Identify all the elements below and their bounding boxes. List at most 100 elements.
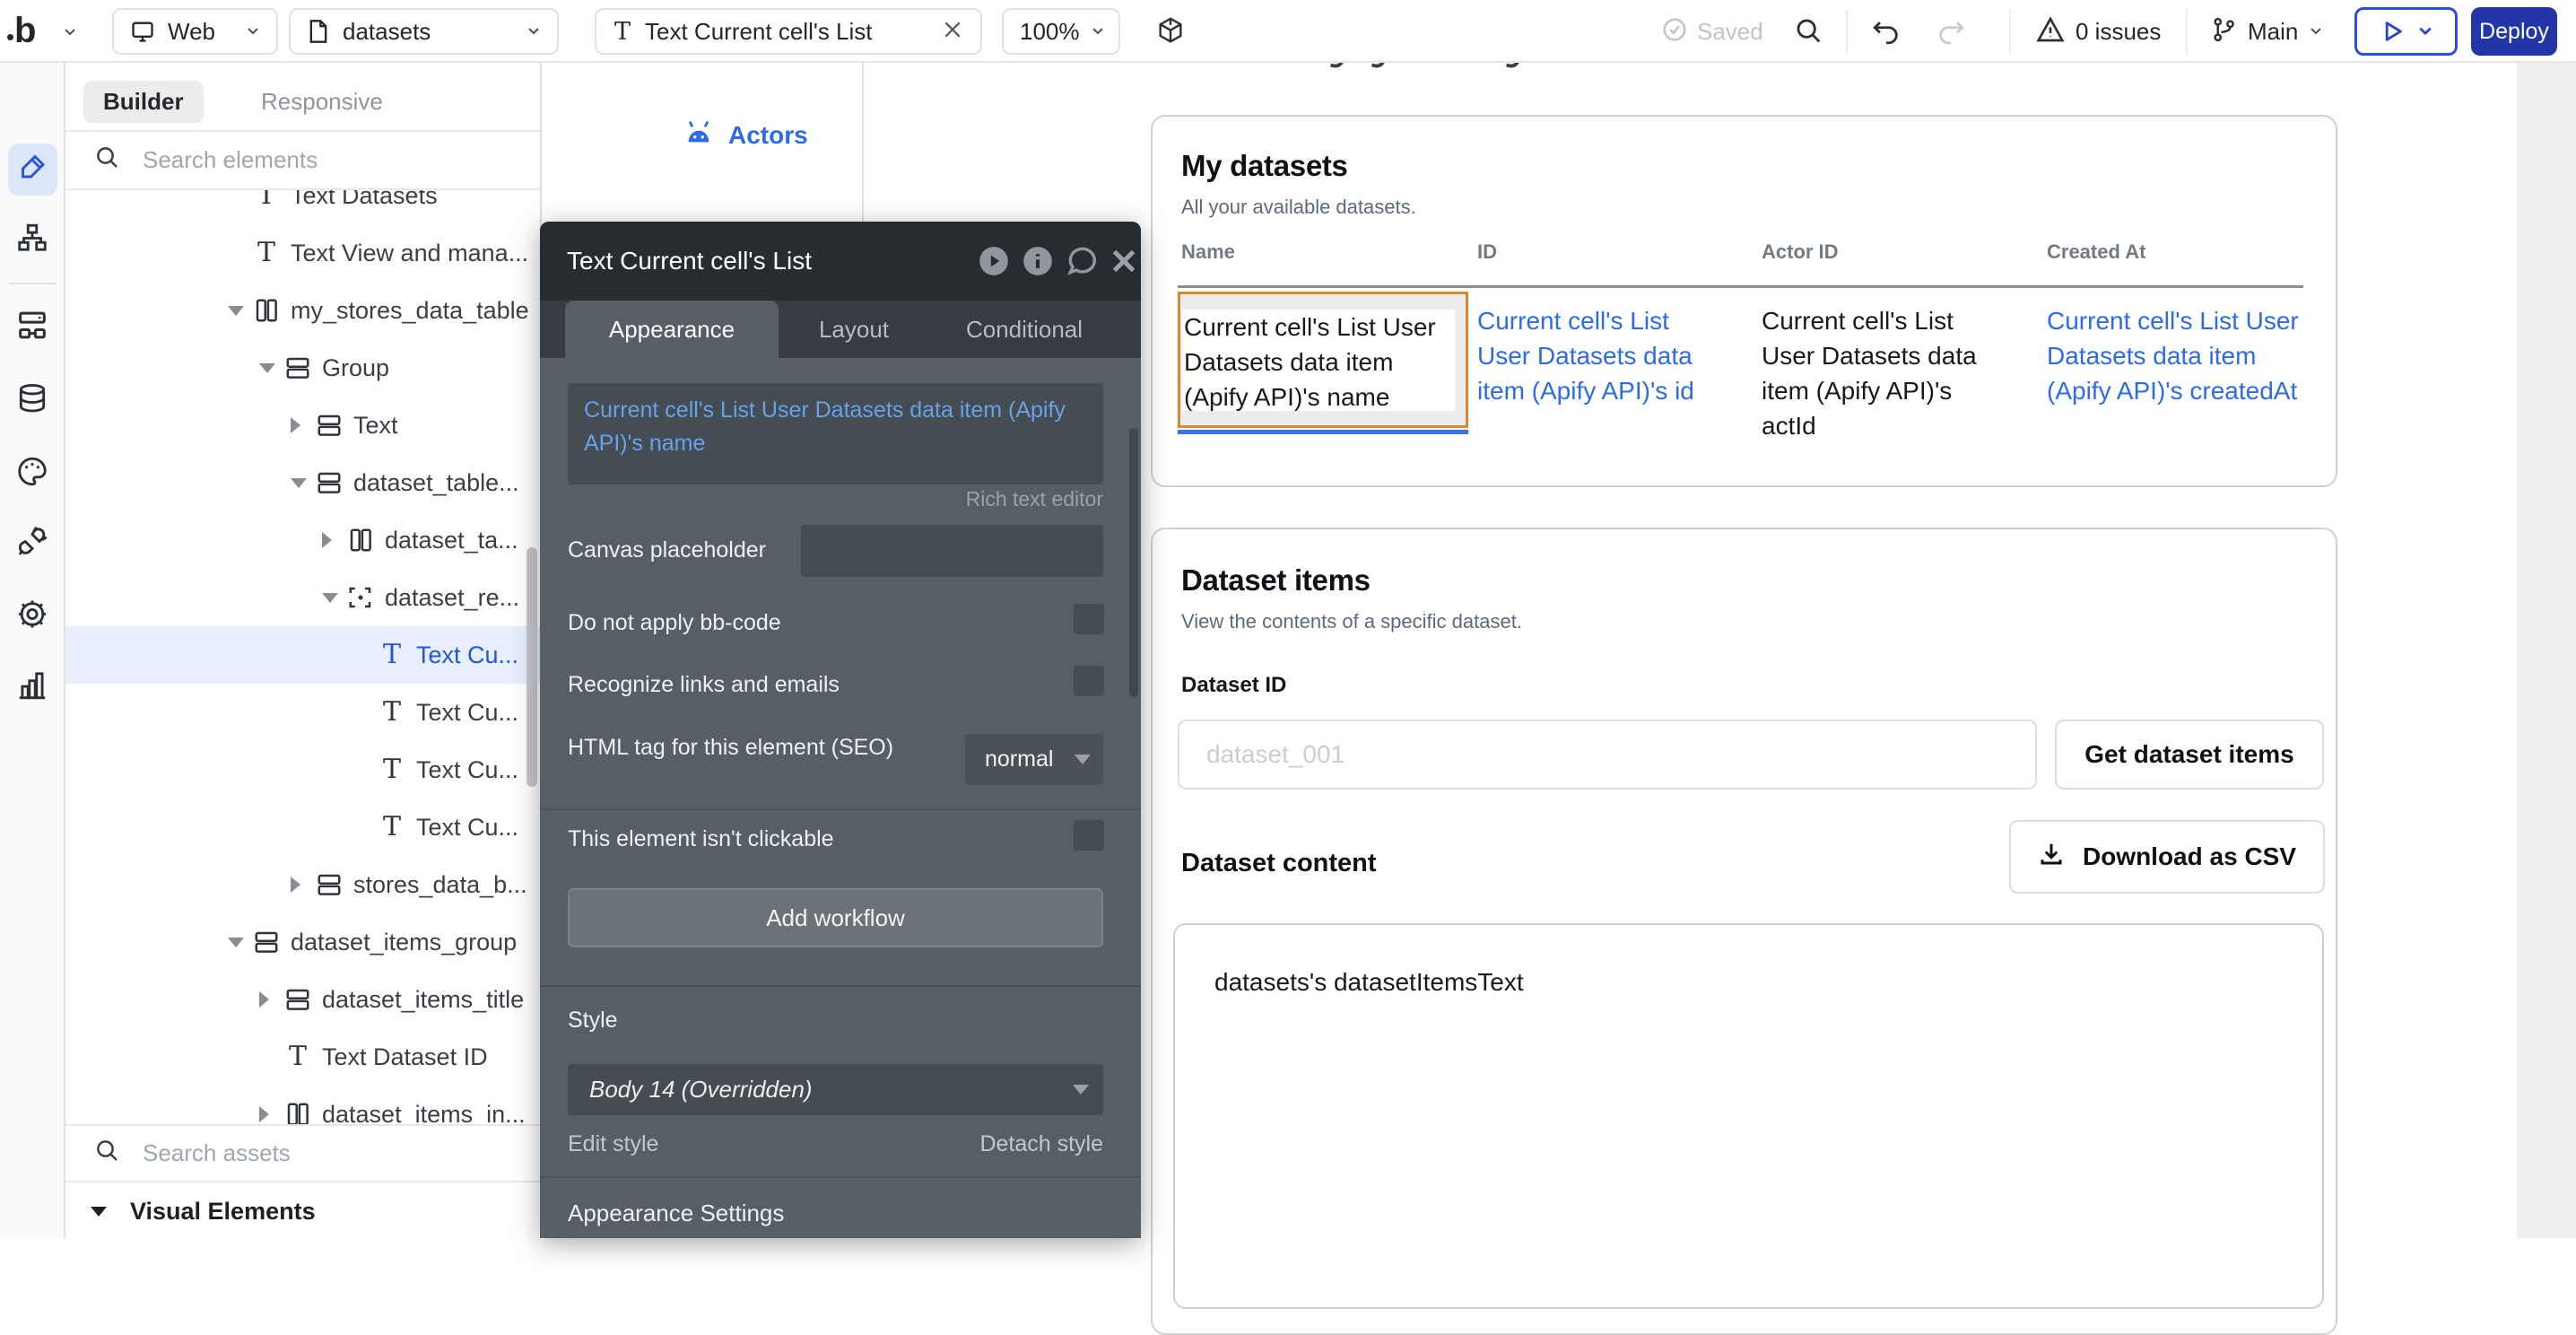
column-header-id: ID (1477, 240, 1497, 264)
save-status: Saved (1661, 0, 1763, 63)
canvas-placeholder-input[interactable] (801, 525, 1103, 577)
table-cell-created-at[interactable]: Current cell's List User Datasets data i… (2047, 303, 2307, 408)
selected-text-element[interactable]: Current cell's List User Datasets data i… (1178, 292, 1468, 428)
search-elements-input[interactable] (143, 146, 483, 174)
caret-down-icon[interactable] (322, 590, 345, 605)
tab-builder[interactable]: Builder (83, 81, 204, 123)
edit-style-link[interactable]: Edit style (568, 1131, 658, 1157)
styles-palette-icon[interactable] (15, 455, 49, 493)
caret-right-icon[interactable] (322, 533, 345, 547)
left-icon-rail (0, 63, 65, 1238)
table-cell-actor-id[interactable]: Current cell's List User Datasets data i… (1762, 303, 2004, 443)
issues-indicator[interactable]: 0 issues (2036, 0, 2161, 63)
page-select-value: datasets (343, 18, 431, 46)
visual-elements-section[interactable]: Visual Elements (65, 1184, 540, 1238)
rich-text-editor-link[interactable]: Rich text editor (966, 487, 1103, 511)
tab-conditional[interactable]: Conditional (935, 301, 1114, 358)
caret-down-icon[interactable] (228, 935, 251, 949)
html-tag-select[interactable]: normal (965, 734, 1103, 785)
property-inspector[interactable]: Text Current cell's List Appearance Layo… (540, 222, 1141, 1238)
table-cell-id[interactable]: Current cell's List User Datasets data i… (1477, 303, 1728, 408)
tree-item[interactable]: dataset_re... (65, 569, 540, 626)
caret-right-icon[interactable] (291, 877, 314, 892)
tree-item-selected[interactable]: T Text Cu... (65, 626, 540, 684)
caret-down-icon[interactable] (291, 476, 314, 490)
undo-icon[interactable] (1871, 16, 1902, 51)
page-select[interactable]: datasets (289, 8, 559, 55)
logs-chart-icon[interactable] (15, 668, 49, 707)
detach-style-link[interactable]: Detach style (979, 1131, 1103, 1157)
platform-select[interactable]: Web (112, 8, 278, 55)
inspector-header[interactable]: Text Current cell's List (540, 222, 1141, 301)
close-icon[interactable] (1106, 243, 1142, 279)
tree-item[interactable]: stores_data_b... (65, 856, 540, 913)
inspector-scrollbar-thumb[interactable] (1129, 428, 1138, 697)
caret-down-icon (1073, 1085, 1089, 1095)
search-assets-input[interactable] (143, 1139, 483, 1167)
caret-right-icon[interactable] (291, 418, 314, 432)
dataset-content-box[interactable]: datasets's datasetItemsText (1173, 923, 2324, 1309)
repeating-group-icon (345, 582, 376, 613)
caret-right-icon[interactable] (259, 992, 283, 1007)
caret-down-icon[interactable] (228, 303, 251, 318)
tab-appearance[interactable]: Appearance (565, 301, 779, 358)
caret-right-icon[interactable] (259, 1107, 283, 1121)
comment-bubble-icon[interactable] (1064, 243, 1100, 279)
tree-item[interactable]: my_stores_data_table (65, 282, 540, 339)
info-circle-icon[interactable] (1020, 243, 1056, 279)
inspector-title: Text Current cell's List (567, 247, 812, 275)
tree-item[interactable]: dataset_table... (65, 454, 540, 511)
dataset-id-input[interactable] (1178, 720, 2037, 790)
text-element-icon: T (251, 190, 282, 211)
toolbar-divider (2009, 9, 2011, 54)
deploy-button[interactable]: Deploy (2471, 7, 2557, 56)
tree-item[interactable]: dataset_items_in... (65, 1086, 540, 1124)
preview-button[interactable] (2354, 7, 2458, 56)
tab-layout[interactable]: Layout (764, 301, 944, 358)
chevron-down-icon[interactable] (63, 25, 77, 39)
dataset-items-title: Dataset items (1181, 563, 2336, 598)
close-icon[interactable] (943, 18, 962, 46)
tree-scrollbar-thumb[interactable] (527, 547, 537, 787)
rows-group-icon (283, 353, 313, 383)
plugins-plug-icon[interactable] (15, 525, 49, 563)
tab-responsive[interactable]: Responsive (261, 88, 383, 116)
tree-item[interactable]: T Text Cu... (65, 741, 540, 798)
tree-item[interactable]: T Text Dataset ID (65, 1028, 540, 1086)
caret-down-icon[interactable] (259, 361, 283, 375)
components-icon[interactable] (14, 308, 50, 348)
not-clickable-checkbox[interactable] (1074, 820, 1104, 851)
chevron-down-icon (1091, 24, 1105, 39)
get-dataset-items-button[interactable]: Get dataset items (2055, 720, 2324, 790)
inspector-tab-bar: Appearance Layout Conditional (540, 301, 1141, 358)
tree-item[interactable]: Group (65, 339, 540, 397)
tree-item[interactable]: T Text Cu... (65, 798, 540, 856)
zoom-select[interactable]: 100% (1002, 8, 1120, 55)
add-workflow-button[interactable]: Add workflow (568, 888, 1103, 947)
tree-item[interactable]: T Text Cu... (65, 684, 540, 741)
database-icon[interactable] (15, 382, 49, 421)
table-header-divider (1178, 285, 2303, 288)
play-circle-icon[interactable] (976, 243, 1012, 279)
bb-code-checkbox[interactable] (1074, 604, 1104, 634)
app-logo[interactable]: b (14, 11, 36, 51)
search-icon[interactable] (1794, 16, 1824, 51)
download-csv-button[interactable]: Download as CSV (2009, 820, 2325, 894)
tree-item[interactable]: dataset_items_title (65, 971, 540, 1028)
content-expression-editor[interactable]: Current cell's List User Datasets data i… (568, 383, 1103, 484)
tree-item[interactable]: dataset_items_group (65, 913, 540, 971)
page-nav-actors[interactable]: Actors (683, 118, 808, 152)
settings-gear-icon[interactable] (15, 598, 49, 636)
links-emails-checkbox[interactable] (1074, 666, 1104, 696)
branch-select[interactable]: Main (2210, 0, 2323, 63)
design-pencil-icon[interactable] (16, 152, 48, 188)
tree-item[interactable]: Text (65, 397, 540, 454)
tree-item[interactable]: dataset_ta... (65, 511, 540, 569)
tree-item[interactable]: T Text View and mana... (65, 224, 540, 282)
style-select[interactable]: Body 14 (Overridden) (568, 1064, 1103, 1115)
rows-group-icon (314, 869, 344, 900)
package-icon[interactable] (1155, 16, 1186, 51)
workflow-icon[interactable] (15, 222, 49, 260)
tree-item[interactable]: T Text Datasets (65, 190, 540, 224)
element-tab[interactable]: T Text Current cell's List (595, 8, 982, 55)
